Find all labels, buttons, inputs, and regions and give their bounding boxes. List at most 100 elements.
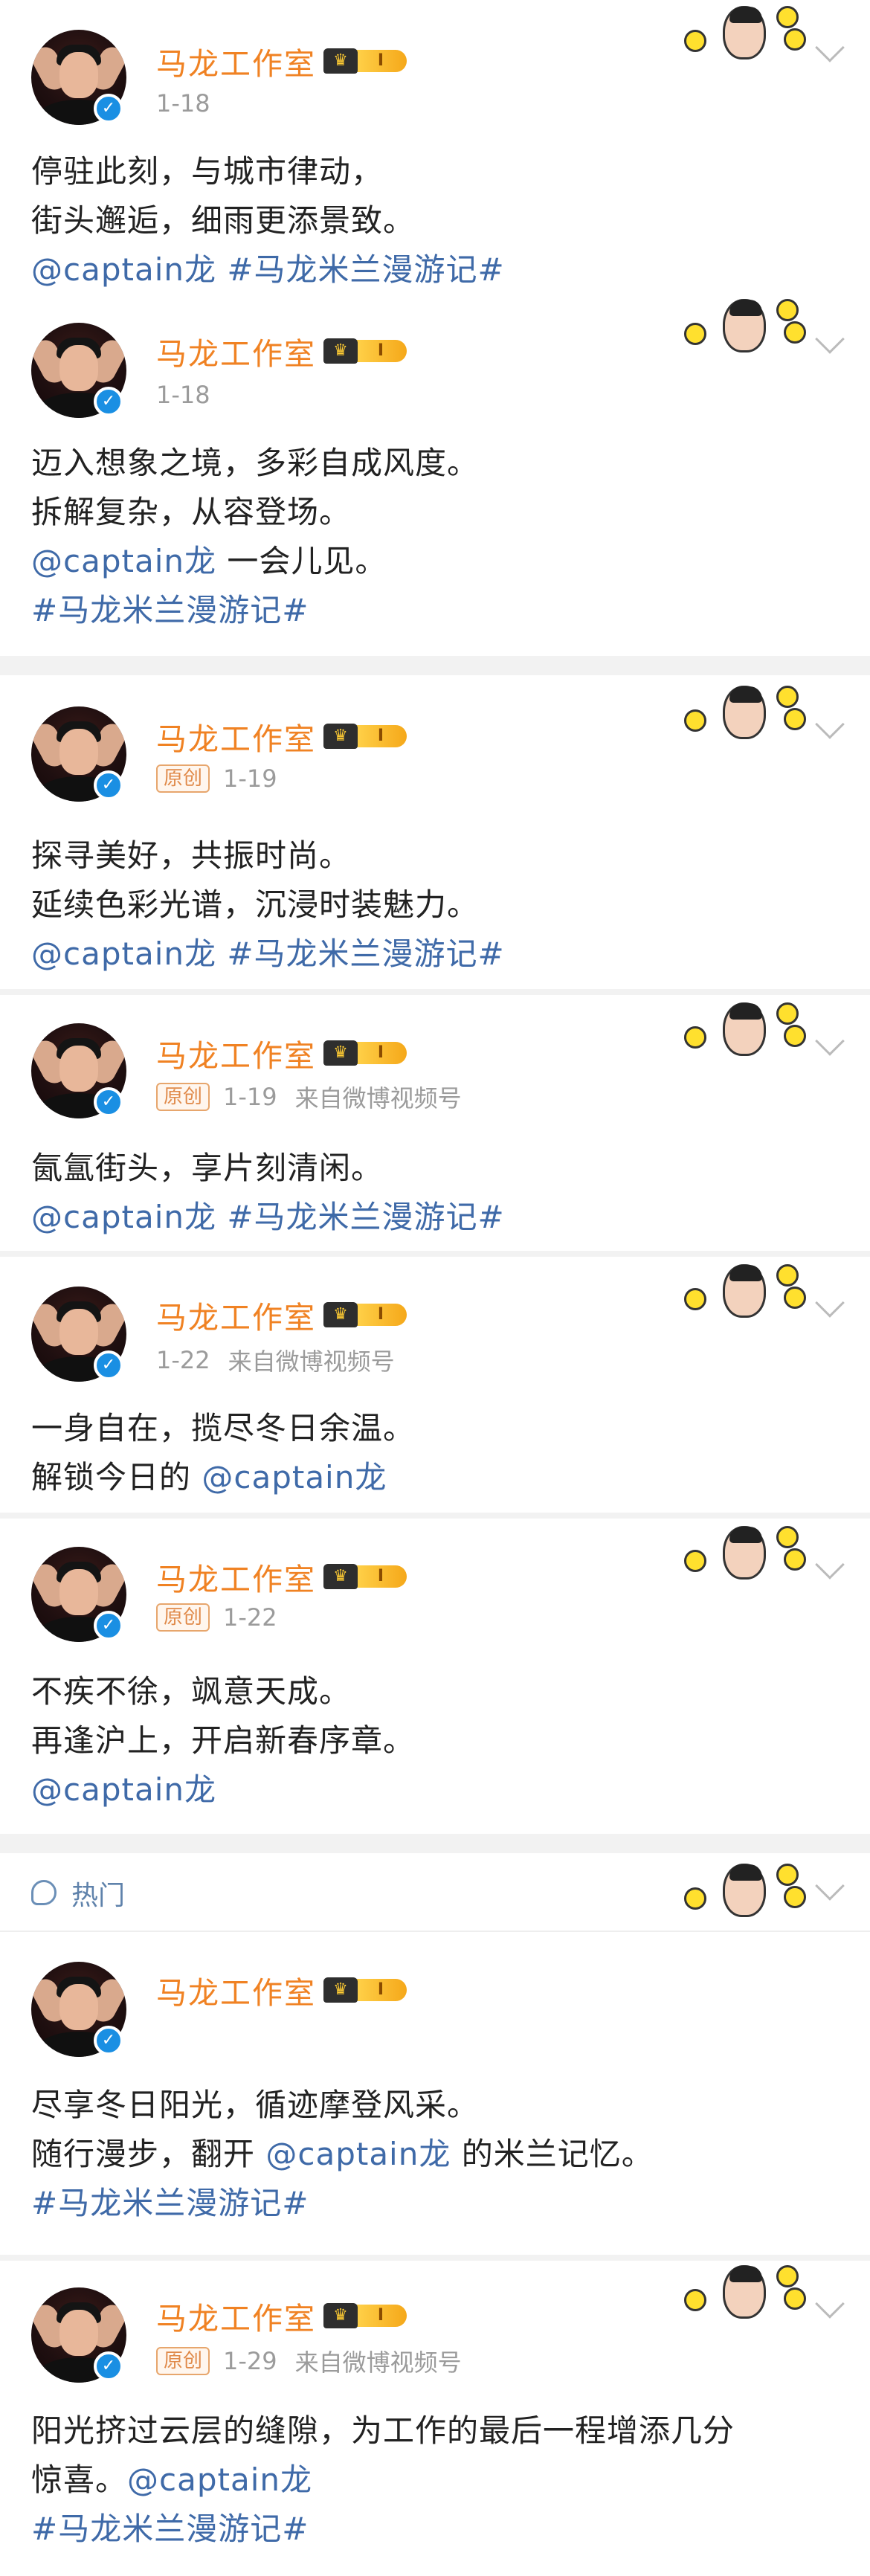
verified-icon: ✓ [94, 2351, 123, 2381]
card-decoration-icon [680, 294, 806, 357]
weibo-post[interactable]: ✓ 马龙工作室 ♛ Ⅰ 1-22 来自微博视频号 一身自在，揽尽冬日余温。 解锁… [0, 1257, 870, 1513]
hot-icon [31, 1880, 57, 1905]
chevron-down-icon[interactable] [815, 1288, 845, 1318]
post-line-mention: 惊喜。@captain龙 [31, 2456, 840, 2505]
post-line-mention: 解锁今日的 @captain龙 [31, 1453, 840, 1502]
chevron-down-icon[interactable] [815, 324, 845, 354]
post-date: 1-29 [223, 2347, 277, 2375]
weibo-post[interactable]: ✓ 马龙工作室 ♛ Ⅰ 原创 1-19 来自微博视频号 氤氲街头，享片刻清闲。 … [0, 995, 870, 1251]
post-line-head: 随行漫步，翻开 [31, 2136, 266, 2172]
crown-icon: ♛ [323, 2303, 358, 2328]
mention-link[interactable]: @captain龙 [127, 2461, 312, 2498]
chevron-down-icon[interactable] [815, 1550, 845, 1580]
post-line: 不疾不徐，飒意天成。 [31, 1673, 352, 1710]
weibo-post[interactable]: ✓ 马龙工作室 ♛ Ⅰ 1-18 停驻此刻，与城市律动， 街头邂逅，细雨更添景致… [0, 0, 870, 293]
post-line-links[interactable]: @captain龙 #马龙米兰漫游记# [31, 930, 840, 979]
crown-icon: ♛ [323, 724, 358, 749]
post-line: 延续色彩光谱，沉浸时装魅力。 [31, 886, 480, 923]
crown-icon: ♛ [323, 1977, 358, 2003]
chevron-down-icon[interactable] [815, 1026, 845, 1056]
account-name[interactable]: 马龙工作室 [156, 714, 316, 759]
post-source[interactable]: 来自微博视频号 [228, 1343, 395, 1377]
vip-badge[interactable]: ♛ Ⅰ [323, 47, 407, 75]
post-line-head: 惊喜。 [31, 2461, 128, 2498]
vip-badge[interactable]: ♛ Ⅰ [323, 1301, 407, 1329]
section-divider [0, 1251, 870, 1257]
vip-badge[interactable]: ♛ Ⅰ [323, 1039, 407, 1067]
section-divider [0, 1513, 870, 1519]
verified-icon: ✓ [94, 770, 123, 800]
account-name[interactable]: 马龙工作室 [156, 1968, 316, 2012]
post-line-tail: 一会儿见。 [216, 543, 387, 579]
hashtag-link[interactable]: #马龙米兰漫游记# [31, 2505, 840, 2554]
crown-icon: ♛ [323, 1302, 358, 1327]
crown-icon: ♛ [323, 1040, 358, 1066]
vip-level: Ⅰ [355, 1042, 407, 1064]
vip-level: Ⅰ [355, 1304, 407, 1326]
verified-icon: ✓ [94, 1611, 123, 1640]
post-line: 街头邂逅，细雨更添景致。 [31, 202, 416, 239]
account-name[interactable]: 马龙工作室 [156, 1554, 316, 1599]
account-name[interactable]: 马龙工作室 [156, 1031, 316, 1075]
post-line-links[interactable]: @captain龙 #马龙米兰漫游记# [31, 1193, 840, 1242]
vip-level: Ⅰ [355, 725, 407, 747]
mention-link[interactable]: @captain龙 [31, 543, 216, 579]
vip-badge[interactable]: ♛ Ⅰ [323, 2302, 407, 2330]
weibo-post[interactable]: ✓ 马龙工作室 ♛ Ⅰ 原创 1-22 不疾不徐，飒意天成。 再逢沪上，开启新春… [0, 1519, 870, 1834]
post-date: 1-19 [223, 1083, 277, 1111]
chevron-down-icon[interactable] [815, 33, 845, 62]
card-decoration-icon [680, 1, 806, 64]
vip-level: Ⅰ [355, 1979, 407, 2001]
account-name[interactable]: 马龙工作室 [156, 1292, 316, 1337]
post-date: 1-18 [156, 381, 210, 409]
mention-link[interactable]: @captain龙 [202, 1459, 387, 1495]
post-date: 1-22 [223, 1603, 277, 1632]
vip-badge[interactable]: ♛ Ⅰ [323, 337, 407, 365]
card-decoration-icon [680, 681, 806, 744]
account-name[interactable]: 马龙工作室 [156, 39, 316, 83]
crown-icon: ♛ [323, 338, 358, 364]
mention-link[interactable]: @captain龙 [265, 2136, 451, 2172]
post-line-links[interactable]: @captain龙 #马龙米兰漫游记# [31, 245, 840, 294]
post-line: 氤氲街头，享片刻清闲。 [31, 1150, 384, 1186]
post-line-head: 解锁今日的 [31, 1459, 202, 1495]
hot-section-header[interactable]: 热门 [0, 1853, 870, 1932]
post-line: 探寻美好，共振时尚。 [31, 837, 352, 874]
post-line-mention: @captain龙 一会儿见。 [31, 537, 840, 586]
hashtag-link[interactable]: #马龙米兰漫游记# [31, 586, 840, 635]
post-source[interactable]: 来自微博视频号 [295, 2344, 462, 2378]
post-date: 1-19 [223, 764, 277, 793]
post-text: 一身自在，揽尽冬日余温。 解锁今日的 @captain龙 [31, 1404, 840, 1502]
vip-badge[interactable]: ♛ Ⅰ [323, 1562, 407, 1591]
post-source[interactable]: 来自微博视频号 [295, 1080, 462, 1114]
account-name[interactable]: 马龙工作室 [156, 2293, 316, 2338]
weibo-post[interactable]: ✓ 马龙工作室 ♛ Ⅰ 原创 1-29 来自微博视频号 阳光挤过云层的缝隙，为工… [0, 2261, 870, 2576]
weibo-post[interactable]: ✓ 马龙工作室 ♛ Ⅰ 尽享冬日阳光，循迹摩登风采。 随行漫步，翻开 @capt… [0, 1932, 870, 2255]
post-line: 再逢沪上，开启新春序章。 [31, 1722, 416, 1759]
card-decoration-icon [680, 1859, 806, 1922]
chevron-down-icon[interactable] [815, 709, 845, 739]
account-name[interactable]: 马龙工作室 [156, 329, 316, 373]
crown-icon: ♛ [323, 1564, 358, 1589]
post-line: 迈入想象之境，多彩自成风度。 [31, 445, 480, 481]
post-text: 氤氲街头，享片刻清闲。 @captain龙 #马龙米兰漫游记# [31, 1144, 840, 1242]
vip-level: Ⅰ [355, 2305, 407, 2327]
weibo-post[interactable]: ✓ 马龙工作室 ♛ Ⅰ 1-18 迈入想象之境，多彩自成风度。 拆解复杂，从容登… [0, 293, 870, 656]
original-tag: 原创 [156, 1603, 210, 1632]
vip-badge[interactable]: ♛ Ⅰ [323, 722, 407, 750]
verified-icon: ✓ [94, 1087, 123, 1117]
chevron-down-icon[interactable] [815, 2289, 845, 2319]
post-line: 尽享冬日阳光，循迹摩登风采。 [31, 2087, 480, 2123]
vip-badge[interactable]: ♛ Ⅰ [323, 1976, 407, 2004]
mention-link[interactable]: @captain龙 [31, 1765, 840, 1815]
post-text: 不疾不徐，飒意天成。 再逢沪上，开启新春序章。 @captain龙 [31, 1667, 840, 1815]
post-text: 阳光挤过云层的缝隙，为工作的最后一程增添几分 惊喜。@captain龙 #马龙米… [31, 2406, 840, 2554]
original-tag: 原创 [156, 764, 210, 793]
post-text: 停驻此刻，与城市律动， 街头邂逅，细雨更添景致。 @captain龙 #马龙米兰… [31, 147, 840, 294]
post-line: 阳光挤过云层的缝隙，为工作的最后一程增添几分 [31, 2412, 735, 2449]
weibo-post[interactable]: ✓ 马龙工作室 ♛ Ⅰ 原创 1-19 探寻美好，共振时尚。 延续色彩光谱，沉浸… [0, 675, 870, 989]
card-decoration-icon [680, 2261, 806, 2323]
chevron-down-icon[interactable] [815, 1871, 845, 1901]
post-line: 一身自在，揽尽冬日余温。 [31, 1410, 416, 1446]
hashtag-link[interactable]: #马龙米兰漫游记# [31, 2179, 840, 2228]
